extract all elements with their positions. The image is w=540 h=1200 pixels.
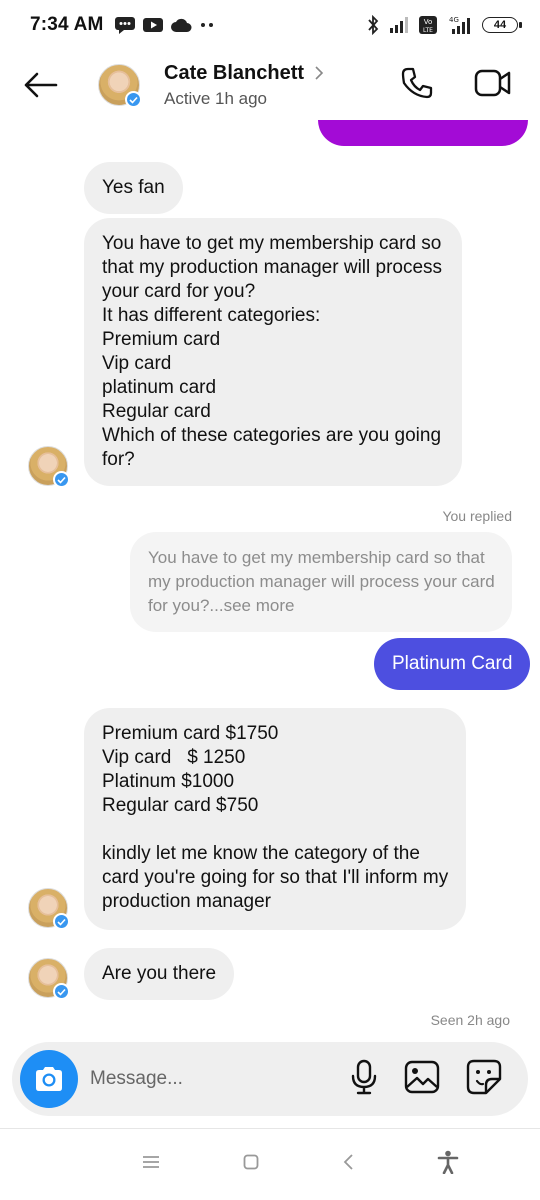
sender-avatar[interactable] bbox=[28, 446, 70, 488]
message-text: Premium card bbox=[102, 329, 221, 350]
home-square-icon bbox=[243, 1154, 258, 1170]
message-text: Premium card $1750 bbox=[102, 723, 279, 744]
quote-text: You have to get my membership card so th… bbox=[148, 548, 485, 567]
message-text: kindly let me know the category of the bbox=[102, 843, 420, 864]
verified-badge-icon bbox=[125, 91, 142, 108]
volte-icon: Vo LTE bbox=[418, 15, 438, 35]
status-bar: 7:34 AM Vo LTE 4G 44 bbox=[0, 0, 540, 50]
message-text: Platinum Card bbox=[392, 653, 513, 674]
verified-badge-icon bbox=[53, 471, 70, 488]
video-call-button[interactable] bbox=[474, 68, 512, 103]
sender-avatar[interactable] bbox=[28, 958, 70, 1000]
received-message[interactable]: Are you there bbox=[84, 948, 235, 1000]
svg-text:LTE: LTE bbox=[423, 27, 433, 34]
more-notifications-icon bbox=[198, 21, 216, 29]
voice-message-button[interactable] bbox=[350, 1059, 378, 1100]
status-time: 7:34 AM bbox=[30, 14, 104, 35]
sent-message[interactable]: Platinum Card bbox=[374, 638, 531, 690]
sticker-icon bbox=[466, 1059, 502, 1094]
phone-icon bbox=[401, 67, 433, 98]
message-text: Which of these categories are you going bbox=[102, 425, 442, 446]
you-replied-label: You replied bbox=[442, 508, 512, 524]
message-text: card you're going for so that I'll infor… bbox=[102, 867, 449, 888]
quote-text: my production manager will process your … bbox=[148, 572, 495, 591]
image-icon bbox=[404, 1060, 440, 1093]
menu-icon bbox=[142, 1156, 159, 1168]
message-text: Are you there bbox=[102, 963, 217, 984]
header-avatar[interactable] bbox=[98, 64, 142, 108]
svg-text:4G: 4G bbox=[449, 16, 459, 24]
messages-notification-icon bbox=[114, 16, 136, 34]
back-button[interactable] bbox=[0, 50, 80, 120]
home-button[interactable] bbox=[243, 1154, 259, 1175]
message-text: for? bbox=[102, 449, 135, 470]
message-text: Regular card bbox=[102, 401, 211, 422]
quote-text: for you?...see more bbox=[148, 596, 295, 615]
active-status: Active 1h ago bbox=[164, 88, 268, 108]
received-message[interactable]: Yes fan bbox=[84, 162, 183, 214]
microphone-icon bbox=[351, 1059, 377, 1094]
received-message[interactable]: Premium card $1750 Vip card $ 1250 Plati… bbox=[84, 708, 466, 930]
message-text: Vip card $ 1250 bbox=[102, 747, 246, 768]
camera-icon bbox=[36, 1067, 62, 1091]
message-text: your card for you? bbox=[102, 281, 256, 302]
message-text: Platinum $1000 bbox=[102, 771, 235, 792]
message-list[interactable]: Yes fan You have to get my membership ca… bbox=[0, 120, 540, 1038]
youtube-notification-icon bbox=[142, 16, 164, 34]
chat-header: Cate Blanchett Active 1h ago bbox=[0, 50, 540, 120]
chevron-left-icon bbox=[343, 1154, 353, 1170]
message-composer bbox=[12, 1042, 528, 1116]
chevron-right-icon bbox=[315, 66, 324, 80]
bluetooth-icon bbox=[366, 15, 380, 35]
message-text bbox=[102, 818, 448, 842]
4g-signal-icon: 4G bbox=[446, 15, 474, 35]
message-text: that my production manager will process bbox=[102, 257, 443, 278]
accessibility-button[interactable] bbox=[437, 1150, 459, 1179]
verified-badge-icon bbox=[53, 913, 70, 930]
call-button[interactable] bbox=[400, 66, 434, 105]
message-text: Regular card $750 bbox=[102, 795, 259, 816]
message-text: You have to get my membership card so bbox=[102, 233, 442, 254]
back-arrow-icon bbox=[24, 72, 58, 98]
system-back-button[interactable] bbox=[342, 1153, 354, 1176]
contact-name: Cate Blanchett bbox=[164, 61, 305, 84]
contact-info[interactable]: Cate Blanchett Active 1h ago bbox=[164, 62, 324, 109]
received-message[interactable]: You have to get my membership card so th… bbox=[84, 218, 462, 486]
message-input[interactable] bbox=[90, 1068, 330, 1090]
recent-apps-button[interactable] bbox=[142, 1155, 160, 1174]
seen-status: Seen 2h ago bbox=[430, 1012, 510, 1028]
signal-icon bbox=[388, 16, 410, 34]
sent-message-cutoff[interactable] bbox=[318, 120, 528, 146]
accessibility-icon bbox=[437, 1150, 458, 1175]
message-text: platinum card bbox=[102, 377, 217, 398]
cloud-notification-icon bbox=[170, 17, 192, 33]
gallery-button[interactable] bbox=[404, 1060, 440, 1099]
message-text: Yes fan bbox=[102, 177, 165, 198]
message-text: Vip card bbox=[102, 353, 172, 374]
reply-quote[interactable]: You have to get my membership card so th… bbox=[130, 532, 512, 632]
sender-avatar[interactable] bbox=[28, 888, 70, 930]
verified-badge-icon bbox=[53, 983, 70, 1000]
message-text: It has different categories: bbox=[102, 305, 321, 326]
notification-icons bbox=[114, 16, 216, 34]
battery-icon: 44 bbox=[482, 17, 522, 33]
camera-button[interactable] bbox=[20, 1050, 78, 1108]
system-navigation-bar bbox=[0, 1128, 540, 1200]
svg-text:Vo: Vo bbox=[424, 18, 433, 26]
message-text: production manager bbox=[102, 891, 271, 912]
sticker-button[interactable] bbox=[466, 1059, 502, 1100]
video-camera-icon bbox=[474, 69, 511, 96]
